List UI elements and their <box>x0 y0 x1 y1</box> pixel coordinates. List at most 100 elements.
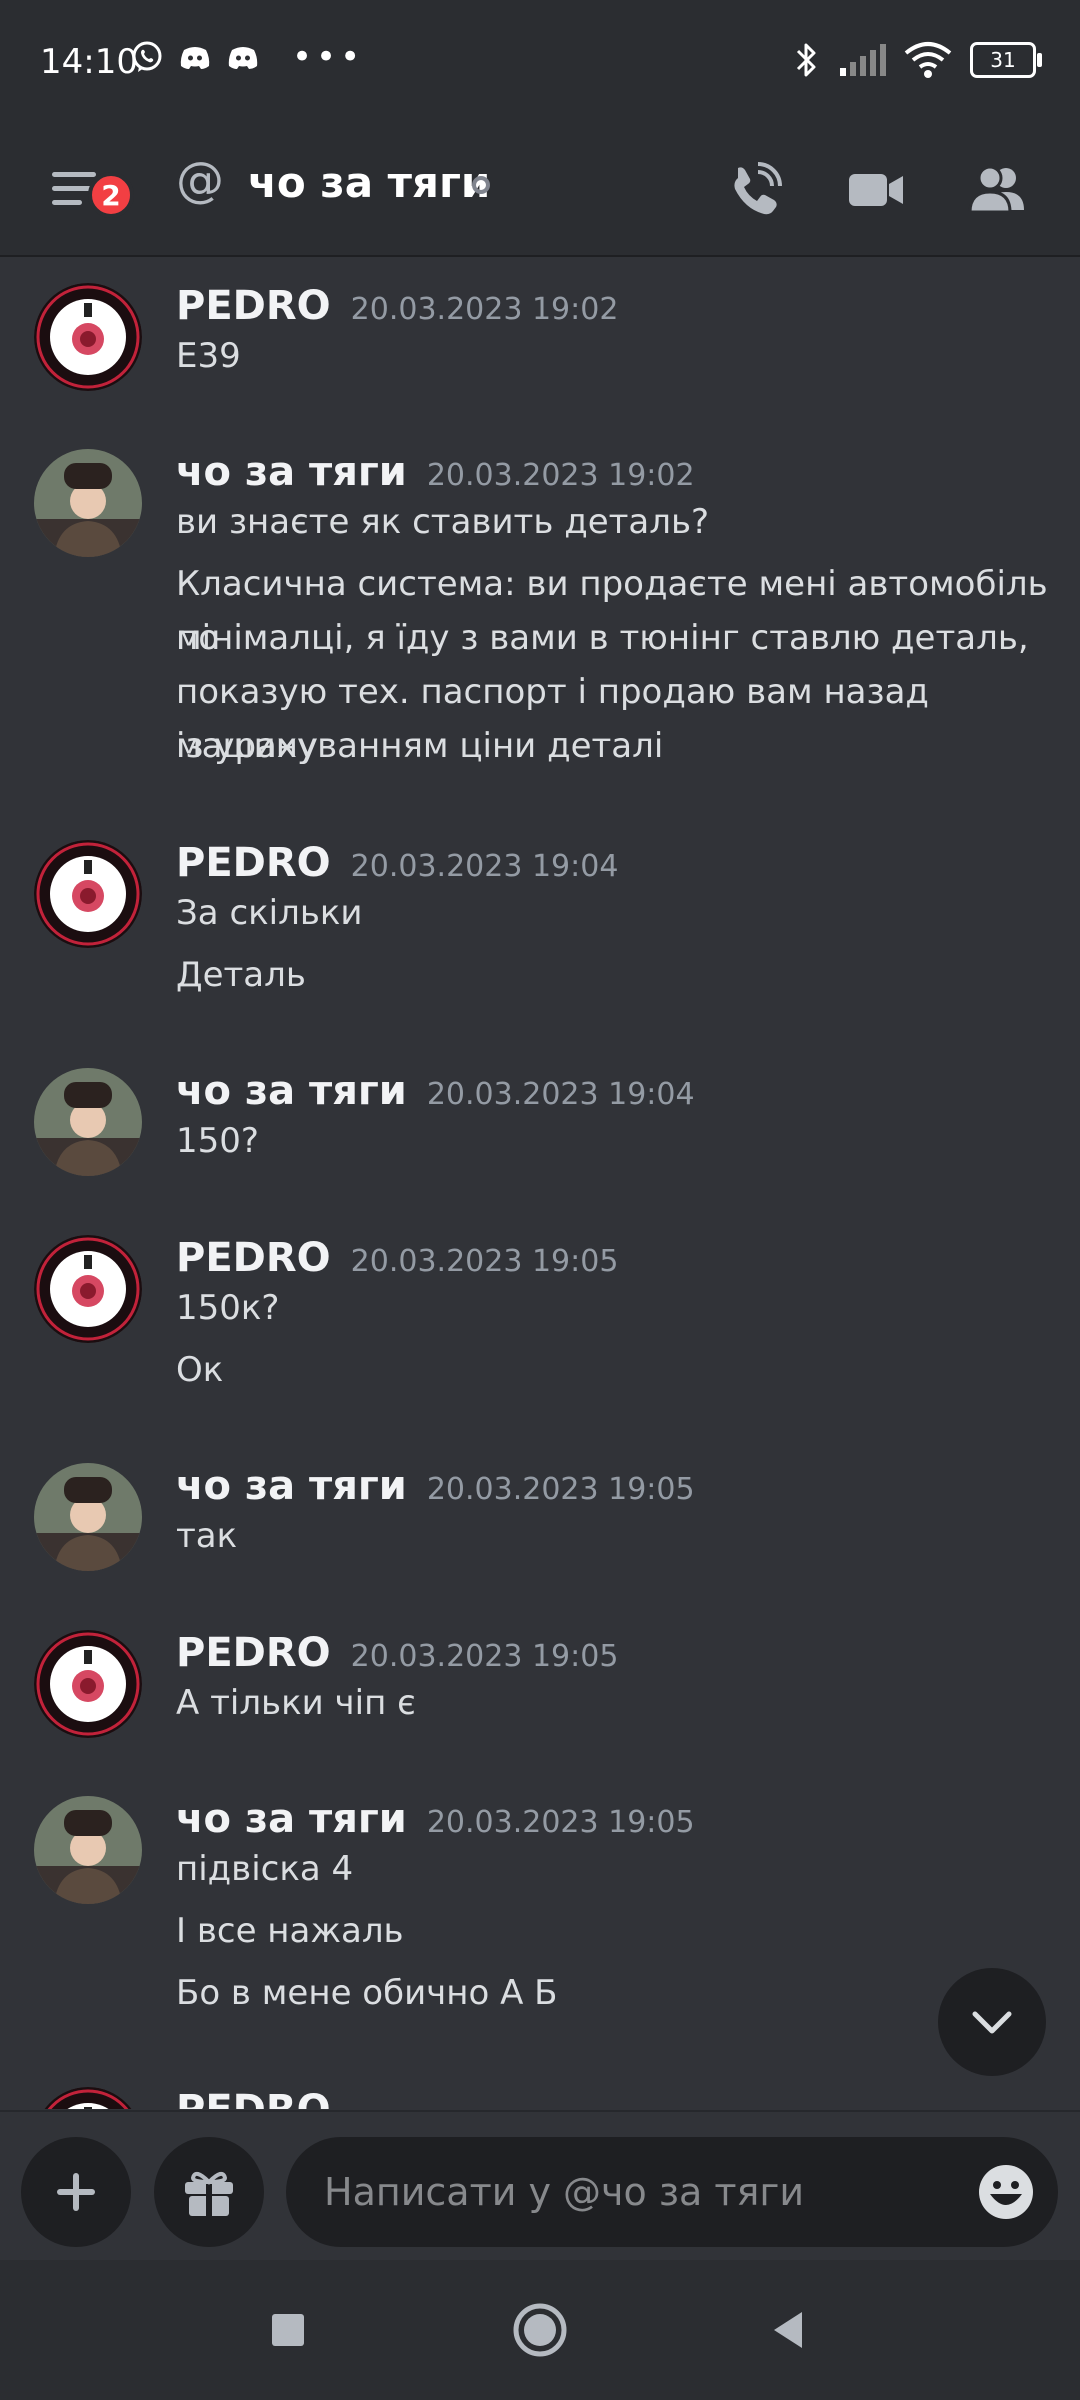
timestamp: 20.03.2023 19:02 <box>426 458 695 493</box>
user-photo-icon <box>34 1463 142 1571</box>
pmc-logo-icon <box>34 1235 142 1343</box>
message-text[interactable]: із урахуванням ціни деталі <box>176 719 1056 773</box>
message-header: чо за тяги 20.03.2023 19:02 <box>176 449 695 495</box>
avatar[interactable] <box>34 1235 142 1343</box>
message-input[interactable]: Написати у @чо за тяги <box>286 2137 1058 2247</box>
home-button[interactable] <box>500 2290 580 2370</box>
author-name[interactable]: PEDRO <box>176 840 331 886</box>
scroll-to-bottom-button[interactable] <box>938 1968 1046 2076</box>
message-header: PEDRO <box>176 2087 331 2109</box>
pmc-logo-icon <box>34 1630 142 1738</box>
members-icon <box>968 165 1024 214</box>
wifi-icon <box>904 42 952 78</box>
unread-badge: 2 <box>88 172 134 218</box>
message-text[interactable]: мінімалці, я їду з вами в тюнінг ставлю … <box>176 611 1056 665</box>
call-icon <box>734 162 782 215</box>
avatar[interactable] <box>34 2087 142 2109</box>
message-text[interactable]: Бо в мене обично А Б <box>176 1966 1056 2020</box>
members-button[interactable] <box>960 152 1036 228</box>
more-notifications-icon: ••• <box>292 37 365 77</box>
user-photo-icon <box>34 449 142 557</box>
message-composer: Написати у @чо за тяги <box>0 2110 1080 2262</box>
message-text[interactable]: 150? <box>176 1114 1056 1168</box>
message-text[interactable]: За скільки <box>176 886 1056 940</box>
message-header: PEDRO 20.03.2023 19:04 <box>176 840 618 886</box>
author-name[interactable]: чо за тяги <box>176 1463 407 1509</box>
timestamp: 20.03.2023 19:05 <box>350 1639 619 1674</box>
message-text[interactable]: так <box>176 1509 1056 1563</box>
status-time: 14:10 <box>40 42 138 82</box>
timestamp: 20.03.2023 19:04 <box>426 1077 695 1112</box>
timestamp: 20.03.2023 19:05 <box>426 1472 695 1507</box>
message-text[interactable]: E39 <box>176 329 1056 383</box>
pmc-logo-icon <box>44 2087 132 2109</box>
battery-level: 31 <box>990 48 1016 72</box>
message-list[interactable]: PEDRO 20.03.2023 19:02 E39 чо за тяги 20.0… <box>0 257 1080 2109</box>
author-name[interactable]: PEDRO <box>176 2087 331 2109</box>
message-header: PEDRO 20.03.2023 19:05 <box>176 1630 618 1676</box>
emoji-icon[interactable] <box>976 2162 1036 2222</box>
avatar[interactable] <box>34 1630 142 1738</box>
user-photo-icon <box>34 1796 142 1904</box>
timestamp: 20.03.2023 19:05 <box>350 1244 619 1279</box>
battery-icon: 31 <box>970 42 1042 78</box>
author-name[interactable]: PEDRO <box>176 1630 331 1676</box>
avatar[interactable] <box>34 1463 142 1571</box>
home-icon <box>513 2303 567 2357</box>
message-text[interactable]: ви знаєте як ставить деталь? <box>176 495 1056 549</box>
message-text[interactable]: І все нажаль <box>176 1904 1056 1958</box>
author-name[interactable]: чо за тяги <box>176 1796 407 1842</box>
message-header: чо за тяги 20.03.2023 19:05 <box>176 1796 695 1842</box>
voice-call-button[interactable] <box>716 152 792 228</box>
avatar[interactable] <box>34 840 142 948</box>
plus-icon <box>57 2173 95 2211</box>
author-name[interactable]: чо за тяги <box>176 1068 407 1114</box>
add-attachment-button[interactable] <box>21 2137 131 2247</box>
viber-icon <box>132 41 162 72</box>
message-input-placeholder: Написати у @чо за тяги <box>324 2170 805 2214</box>
avatar[interactable] <box>34 1068 142 1176</box>
recents-button[interactable] <box>248 2290 328 2370</box>
message-header: PEDRO 20.03.2023 19:02 <box>176 283 618 329</box>
gift-button[interactable] <box>154 2137 264 2247</box>
back-icon <box>774 2312 802 2348</box>
pmc-logo-icon <box>34 283 142 391</box>
system-navigation-bar <box>0 2260 1080 2400</box>
avatar[interactable] <box>34 283 142 391</box>
video-call-icon <box>849 174 903 206</box>
message-text[interactable]: підвіска 4 <box>176 1842 1056 1896</box>
offline-status-icon <box>472 176 490 194</box>
gift-icon <box>185 2171 233 2216</box>
notification-icons: ••• <box>130 40 364 74</box>
message-text[interactable]: Деталь <box>176 948 1056 1002</box>
message-header: чо за тяги 20.03.2023 19:05 <box>176 1463 695 1509</box>
message-header: чо за тяги 20.03.2023 19:04 <box>176 1068 695 1114</box>
discord-icon <box>180 47 210 69</box>
at-icon: @ <box>176 152 224 208</box>
user-photo-icon <box>34 1068 142 1176</box>
discord-icon <box>228 47 258 69</box>
channel-title[interactable]: чо за тяги <box>248 158 490 207</box>
timestamp: 20.03.2023 19:02 <box>350 292 619 327</box>
message-text[interactable]: А тільки чіп є <box>176 1676 1056 1730</box>
author-name[interactable]: PEDRO <box>176 1235 331 1281</box>
timestamp: 20.03.2023 19:04 <box>350 849 619 884</box>
bluetooth-icon <box>796 43 816 77</box>
pmc-logo-icon <box>34 840 142 948</box>
system-icons: 31 <box>794 40 1042 80</box>
author-name[interactable]: PEDRO <box>176 283 331 329</box>
signal-icon <box>840 44 886 76</box>
author-name[interactable]: чо за тяги <box>176 449 407 495</box>
message-text[interactable]: Ок <box>176 1343 1056 1397</box>
back-button[interactable] <box>748 2290 828 2370</box>
recents-icon <box>272 2314 304 2346</box>
channel-header: 2 @ чо за тяги <box>0 130 1080 257</box>
avatar[interactable] <box>34 1796 142 1904</box>
video-call-button[interactable] <box>838 152 914 228</box>
timestamp: 20.03.2023 19:05 <box>426 1805 695 1840</box>
status-bar: 14:10 ••• 31 <box>0 0 1080 130</box>
chevron-down-icon <box>972 2011 1012 2034</box>
message-text[interactable]: 150к? <box>176 1281 1056 1335</box>
avatar[interactable] <box>34 449 142 557</box>
message-header: PEDRO 20.03.2023 19:05 <box>176 1235 618 1281</box>
